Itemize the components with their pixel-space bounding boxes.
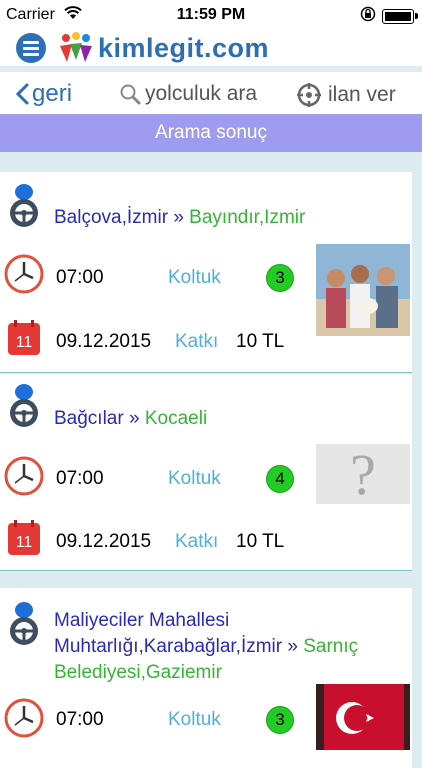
- seat-count-badge: 4: [266, 465, 294, 493]
- clock-icon: [4, 698, 44, 738]
- route-origin: Maliyeciler Mahallesi Muhtarlığı,Karabağ…: [54, 610, 283, 657]
- logo: kimlegit.com: [58, 32, 269, 64]
- app-header: kimlegit.com: [0, 30, 422, 66]
- search-icon: [120, 84, 141, 105]
- route-separator: »: [173, 207, 184, 228]
- battery-icon: [382, 9, 414, 24]
- results-header: Arama sonuç: [0, 114, 422, 152]
- calendar-icon: 11: [4, 518, 44, 558]
- menu-bar: [23, 40, 39, 44]
- result-card[interactable]: Balçova,İzmir » Bayındır,Izmir 07:00 Kol…: [0, 172, 412, 373]
- route-text: Balçova,İzmir » Bayındır,Izmir: [54, 205, 394, 231]
- calendar-day: 11: [16, 534, 33, 551]
- status-time: 11:59 PM: [176, 6, 246, 23]
- rotation-lock-icon: [360, 6, 376, 27]
- chevron-left-icon: [15, 83, 29, 105]
- menu-bar: [23, 46, 39, 50]
- route-text: Maliyeciler Mahallesi Muhtarlığı,Karabağ…: [54, 608, 394, 686]
- departure-time: 07:00: [56, 468, 104, 489]
- driver-photo[interactable]: [316, 684, 410, 750]
- nav-bar: geri yolculuk ara ilan ver: [0, 72, 422, 115]
- back-button[interactable]: geri: [14, 80, 72, 108]
- battery-tip: [415, 13, 418, 19]
- fee-amount: 10 TL: [236, 531, 285, 552]
- fee-label: Katkı: [175, 531, 219, 552]
- seat-label: Koltuk: [168, 709, 221, 730]
- logo-people-icon: [60, 32, 92, 62]
- route-separator: »: [287, 636, 298, 657]
- logo-text: kimlegit.com: [98, 32, 270, 63]
- back-label: geri: [32, 80, 73, 107]
- calendar-icon: 11: [4, 318, 44, 358]
- result-card[interactable]: Maliyeciler Mahallesi Muhtarlığı,Karabağ…: [0, 588, 412, 768]
- route-origin: Bağcılar: [54, 408, 124, 429]
- calendar-day: 11: [16, 334, 33, 351]
- menu-bar: [23, 52, 39, 56]
- departure-time: 07:00: [56, 267, 104, 288]
- clock-icon: [4, 456, 44, 496]
- search-trips-label: yolculuk ara: [145, 82, 258, 105]
- route-separator: »: [128, 408, 140, 429]
- search-trips-button[interactable]: yolculuk ara: [118, 82, 257, 106]
- target-icon: [297, 83, 321, 107]
- route-text: Bağcılar » Kocaeli: [54, 406, 394, 432]
- route-destination: Bayındır,Izmir: [189, 207, 306, 228]
- route-destination: Kocaeli: [144, 408, 208, 429]
- driver-photo-placeholder[interactable]: ?: [316, 444, 410, 504]
- post-listing-label: ilan ver: [328, 83, 396, 106]
- fee-label: Katkı: [175, 331, 219, 352]
- driver-icon: [4, 600, 44, 645]
- driver-icon: [4, 182, 44, 227]
- departure-date: 09.12.2015: [56, 331, 152, 352]
- seat-count-badge: 3: [266, 706, 294, 734]
- driver-icon: [4, 382, 44, 427]
- seat-label: Koltuk: [168, 267, 221, 288]
- result-card[interactable]: Bağcılar » Kocaeli 07:00 Koltuk 4 11 09.…: [0, 374, 412, 571]
- route-origin: Balçova,İzmir: [54, 207, 169, 228]
- fee-amount: 10 TL: [236, 331, 285, 352]
- status-bar: Carrier 11:59 PM: [0, 0, 422, 30]
- driver-photo[interactable]: [316, 244, 410, 336]
- clock-icon: [4, 254, 44, 294]
- post-listing-button[interactable]: ilan ver: [296, 82, 396, 108]
- menu-button[interactable]: [16, 33, 46, 63]
- departure-date: 09.12.2015: [56, 531, 152, 552]
- departure-time: 07:00: [56, 709, 104, 730]
- seat-label: Koltuk: [168, 468, 221, 489]
- seat-count-badge: 3: [266, 264, 294, 292]
- question-mark-icon: ?: [350, 444, 376, 504]
